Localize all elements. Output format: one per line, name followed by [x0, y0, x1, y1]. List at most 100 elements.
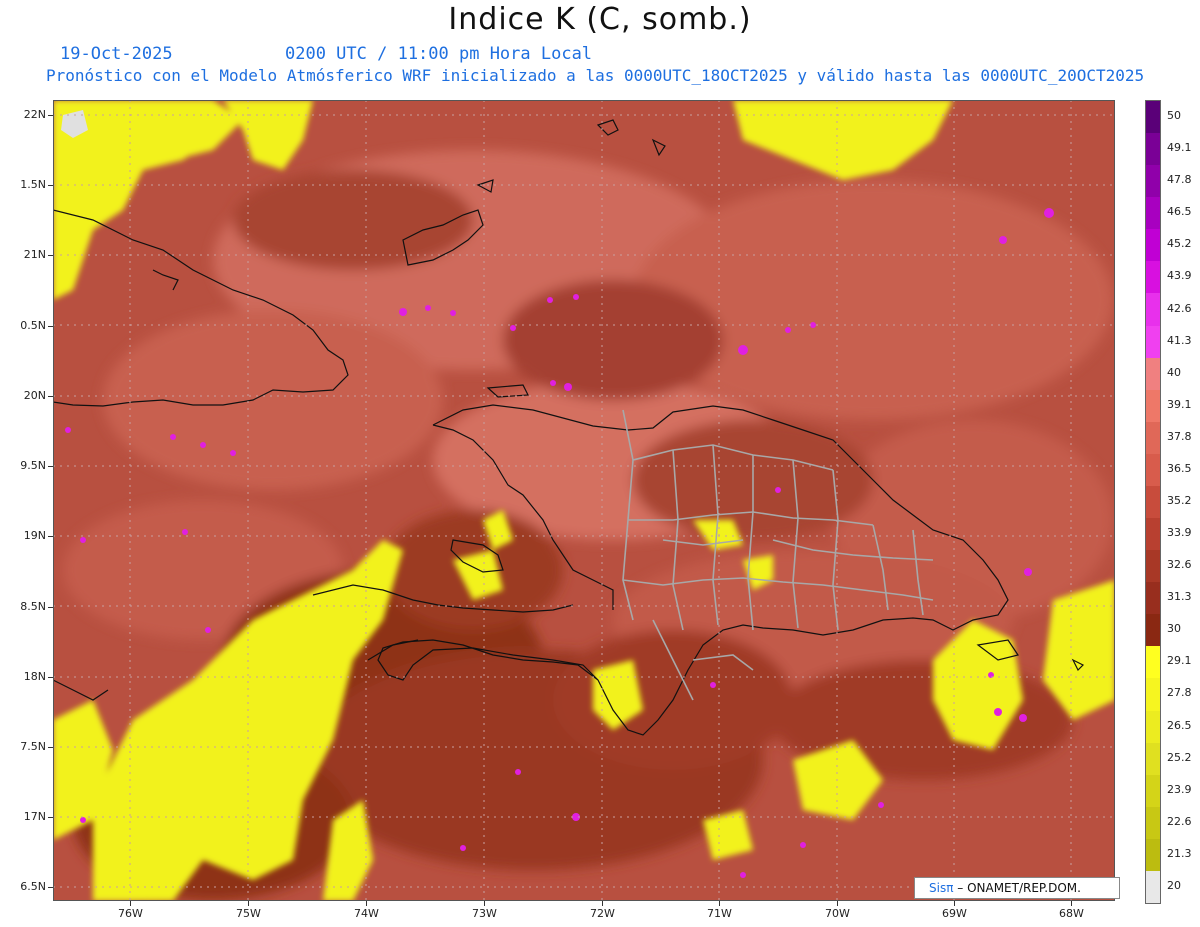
- colorbar-label: 36.5: [1167, 461, 1192, 475]
- lat-tick: [48, 185, 53, 186]
- lat-tick: [48, 747, 53, 748]
- lon-label: 74W: [354, 907, 379, 920]
- lat-label: 20N: [23, 389, 46, 402]
- lon-label: 68W: [1059, 907, 1084, 920]
- lat-label: 19N: [23, 529, 46, 542]
- colorbar-segment: [1146, 710, 1160, 744]
- colorbar-label: 42.6: [1167, 301, 1192, 315]
- colorbar-segment: [1146, 389, 1160, 423]
- colorbar-label: 37.8: [1167, 429, 1192, 443]
- colorbar-label: 23.9: [1167, 782, 1192, 796]
- lon-tick: [484, 901, 485, 906]
- forecast-time: 0200 UTC / 11:00 pm Hora Local: [285, 44, 593, 64]
- colorbar-segment: [1146, 261, 1160, 294]
- colorbar-label: 31.3: [1167, 590, 1192, 604]
- lat-label: 1.5N: [20, 178, 46, 191]
- lat-label: 17N: [23, 810, 46, 823]
- colorbar-segment: [1146, 485, 1160, 519]
- colorbar-label: 22.6: [1167, 814, 1192, 828]
- lat-label: 22N: [23, 108, 46, 121]
- colorbar: [1145, 100, 1161, 904]
- colorbar-label: 33.9: [1167, 526, 1192, 540]
- forecast-date: 19-Oct-2025: [60, 44, 173, 64]
- colorbar-segment: [1146, 838, 1160, 872]
- map-title: Indice K (C, somb.): [448, 2, 752, 37]
- lon-tick: [248, 901, 249, 906]
- colorbar-label: 27.8: [1167, 686, 1192, 700]
- colorbar-label: 30: [1167, 622, 1181, 636]
- colorbar-segment: [1146, 325, 1160, 359]
- colorbar-segment: [1146, 582, 1160, 615]
- colorbar-segment: [1146, 870, 1160, 904]
- colorbar-segment: [1146, 197, 1160, 230]
- lon-tick: [719, 901, 720, 906]
- colorbar-label: 40: [1167, 365, 1181, 379]
- colorbar-label: 29.1: [1167, 654, 1192, 668]
- lat-tick: [48, 677, 53, 678]
- colorbar-segment: [1146, 293, 1160, 327]
- colorbar-segment: [1146, 742, 1160, 776]
- lat-tick: [48, 396, 53, 397]
- lat-label: 9.5N: [20, 459, 46, 472]
- colorbar-label: 46.5: [1167, 205, 1192, 219]
- colorbar-segment: [1146, 453, 1160, 487]
- lon-label: 69W: [942, 907, 967, 920]
- lat-label: 7.5N: [20, 740, 46, 753]
- lon-tick: [1071, 901, 1072, 906]
- colorbar-label: 45.2: [1167, 237, 1192, 251]
- lat-label: 21N: [23, 248, 46, 261]
- lat-label: 8.5N: [20, 600, 46, 613]
- colorbar-segment: [1146, 229, 1160, 262]
- sis-logo-text: Sisπ: [929, 881, 954, 895]
- lon-label: 70W: [825, 907, 850, 920]
- colorbar-segment: [1146, 774, 1160, 808]
- lat-tick: [48, 536, 53, 537]
- colorbar-label: 35.2: [1167, 494, 1192, 507]
- colorbar-segment: [1146, 678, 1160, 712]
- lat-label: 0.5N: [20, 319, 46, 332]
- colorbar-segment: [1146, 806, 1160, 840]
- colorbar-label: 20: [1167, 878, 1181, 892]
- map-field-svg: [53, 100, 1115, 901]
- colorbar-label: 43.9: [1167, 269, 1192, 283]
- lon-tick: [130, 901, 131, 906]
- colorbar-segment: [1146, 165, 1160, 198]
- colorbar-label: 39.1: [1167, 397, 1192, 411]
- lat-tick: [48, 115, 53, 116]
- lat-tick: [48, 607, 53, 608]
- lat-label: 18N: [23, 670, 46, 683]
- colorbar-label: 25.2: [1167, 750, 1192, 764]
- colorbar-label: 21.3: [1167, 846, 1192, 860]
- lon-label: 76W: [118, 907, 143, 920]
- lat-tick: [48, 466, 53, 467]
- forecast-description: Pronóstico con el Modelo Atmósferico WRF…: [46, 66, 1145, 85]
- colorbar-segment: [1146, 101, 1160, 134]
- colorbar-segment: [1146, 133, 1160, 166]
- lat-tick: [48, 255, 53, 256]
- lon-label: 73W: [472, 907, 497, 920]
- colorbar-label: 32.6: [1167, 558, 1192, 572]
- k-index-map: [53, 100, 1115, 901]
- lon-tick: [602, 901, 603, 906]
- credit-box: Sisπ – ONAMET/REP.DOM.: [914, 877, 1120, 899]
- lat-tick: [48, 887, 53, 888]
- lon-tick: [366, 901, 367, 906]
- colorbar-label: 50: [1167, 109, 1181, 123]
- lon-tick: [837, 901, 838, 906]
- colorbar-segment: [1146, 421, 1160, 455]
- colorbar-segment: [1146, 646, 1160, 679]
- colorbar-label: 41.3: [1167, 333, 1192, 347]
- colorbar-label: 26.5: [1167, 718, 1192, 732]
- colorbar-segment: [1146, 550, 1160, 583]
- colorbar-segment: [1146, 357, 1160, 391]
- colorbar-segment: [1146, 614, 1160, 647]
- colorbar-segment: [1146, 518, 1160, 551]
- colorbar-label: 47.8: [1167, 173, 1192, 187]
- lat-label: 6.5N: [20, 880, 46, 893]
- lat-tick: [48, 326, 53, 327]
- credit-org: – ONAMET/REP.DOM.: [953, 881, 1081, 895]
- lon-label: 75W: [236, 907, 261, 920]
- colorbar-label: 49.1: [1167, 141, 1192, 155]
- lon-label: 72W: [590, 907, 615, 920]
- lon-tick: [954, 901, 955, 906]
